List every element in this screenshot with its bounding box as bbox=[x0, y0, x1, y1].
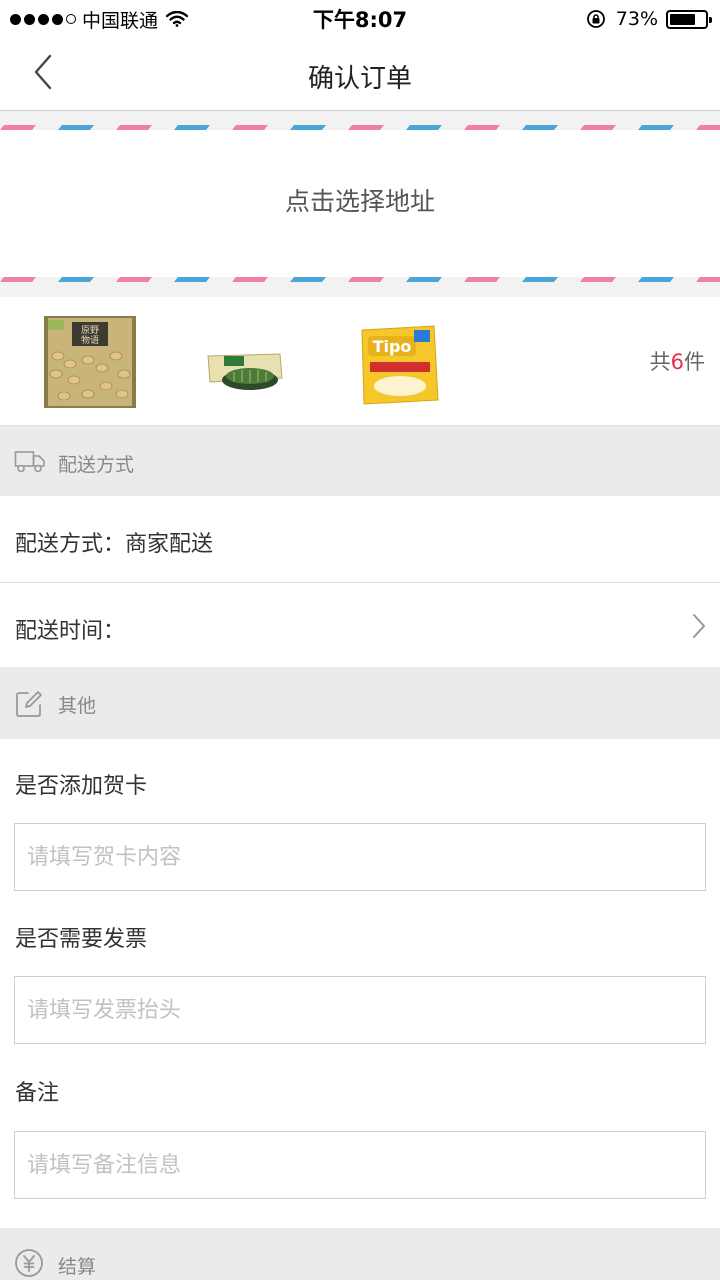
truck-icon bbox=[14, 451, 45, 473]
svg-text:原野: 原野 bbox=[81, 325, 99, 336]
status-right: 73% bbox=[586, 6, 712, 32]
greeting-card-input[interactable] bbox=[14, 823, 706, 891]
delivery-time-row[interactable]: 配送时间： bbox=[0, 583, 720, 667]
delivery-section-header: 配送方式 bbox=[0, 426, 720, 496]
count-prefix: 共 bbox=[649, 350, 671, 374]
select-address-prompt[interactable]: 点击选择地址 bbox=[0, 182, 720, 218]
delivery-section-title: 配送方式 bbox=[58, 454, 135, 476]
edit-icon bbox=[16, 691, 42, 717]
delivery-time-label: 配送时间： bbox=[15, 619, 126, 644]
checkout-section-title: 结算 bbox=[58, 1256, 97, 1278]
airmail-stripe-bottom bbox=[0, 277, 720, 282]
address-box[interactable]: 点击选择地址 bbox=[0, 130, 720, 277]
nav-bar: 确认订单 bbox=[0, 38, 720, 111]
remark-label: 备注 bbox=[15, 1081, 60, 1106]
battery-percent: 73% bbox=[615, 8, 658, 30]
greeting-card-label: 是否添加贺卡 bbox=[15, 774, 148, 799]
status-bar: 中国联通 下午8:07 73% bbox=[0, 0, 720, 38]
remark-input[interactable] bbox=[14, 1131, 706, 1199]
yuan-icon bbox=[15, 1249, 43, 1277]
product-image-tipo-biscuit: Tipo bbox=[354, 316, 446, 408]
other-section-title: 其他 bbox=[58, 695, 97, 717]
product-thumbnails-row[interactable]: 原野 物语 Tipo 共6件 bbox=[0, 298, 720, 426]
delivery-method-label: 配送方式： bbox=[15, 532, 126, 557]
count-suffix: 件 bbox=[684, 350, 705, 374]
address-card[interactable]: 点击选择地址 bbox=[0, 111, 720, 297]
checkout-section-header: 结算 bbox=[0, 1228, 720, 1280]
chevron-right-icon[interactable] bbox=[692, 613, 706, 639]
product-image-seaweed-snack bbox=[200, 316, 292, 408]
invoice-input[interactable] bbox=[14, 976, 706, 1044]
delivery-method-row: 配送方式：商家配送 bbox=[0, 496, 720, 582]
product-image-peanut-snack: 原野 物语 bbox=[44, 316, 136, 408]
battery-icon bbox=[666, 9, 712, 29]
count-number: 6 bbox=[670, 350, 684, 374]
rotation-lock-icon bbox=[586, 10, 605, 28]
product-count: 共6件 bbox=[650, 346, 705, 376]
other-section-header: 其他 bbox=[0, 667, 720, 739]
delivery-method-value: 商家配送 bbox=[125, 532, 214, 557]
svg-text:物语: 物语 bbox=[81, 334, 99, 346]
invoice-label: 是否需要发票 bbox=[15, 927, 148, 952]
delivery-method: 配送方式：商家配送 bbox=[15, 526, 213, 558]
page-title: 确认订单 bbox=[307, 64, 412, 94]
svg-text:Tipo: Tipo bbox=[373, 337, 412, 356]
